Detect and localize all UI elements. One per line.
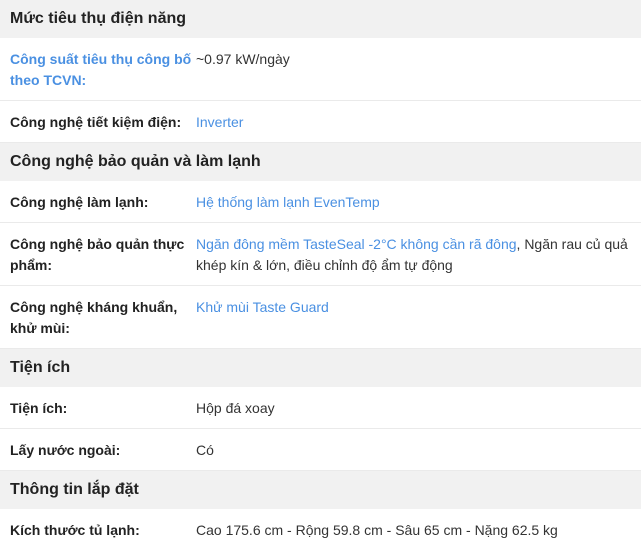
spec-row-food-preservation: Công nghệ bảo quản thực phẩm: Ngăn đông … [0,223,641,286]
spec-label: Công nghệ làm lạnh: [10,194,149,210]
spec-value: Hộp đá xoay [196,400,275,416]
section-header-installation: Thông tin lắp đặt [0,471,641,509]
spec-value-link[interactable]: Inverter [196,114,243,130]
spec-value-link[interactable]: Hệ thống làm lạnh EvenTemp [196,194,380,210]
spec-value: Ngăn đông mềm TasteSeal -2°C không cần r… [196,234,641,285]
spec-row-declared-power[interactable]: Công suất tiêu thụ công bố theo TCVN: ~0… [0,38,641,101]
spec-row-energy-saving: Công nghệ tiết kiệm điện: Inverter [0,101,641,143]
spec-label: Tiện ích: [10,400,68,416]
section-header-preservation-cooling: Công nghệ bảo quản và làm lạnh [0,143,641,181]
spec-row-antibacterial: Công nghệ kháng khuẩn, khử mùi: Khử mùi … [0,286,641,349]
section-title: Thông tin lắp đặt [10,481,139,498]
spec-value: Khử mùi Taste Guard [196,297,641,348]
section-title: Mức tiêu thụ điện năng [10,10,187,27]
spec-row-external-water: Lấy nước ngoài: Có [0,429,641,471]
spec-value: Có [196,442,214,458]
spec-label: Công nghệ bảo quản thực phẩm: [10,236,185,273]
spec-row-utility: Tiện ích: Hộp đá xoay [0,387,641,429]
spec-label: Công nghệ kháng khuẩn, khử mùi: [10,299,178,336]
spec-row-dimensions: Kích thước tủ lạnh: Cao 175.6 cm - Rộng … [0,509,641,542]
spec-value-link[interactable]: Khử mùi Taste Guard [196,299,329,315]
spec-row-cooling-tech: Công nghệ làm lạnh: Hệ thống làm lạnh Ev… [0,181,641,223]
spec-value: Inverter [196,112,641,142]
section-title: Công nghệ bảo quản và làm lạnh [10,153,261,170]
spec-value-link[interactable]: Ngăn đông mềm TasteSeal -2°C không cần r… [196,236,517,252]
section-header-power-consumption: Mức tiêu thụ điện năng [0,0,641,38]
spec-label-link[interactable]: Công suất tiêu thụ công bố theo TCVN: [0,49,196,100]
spec-value: ~0.97 kW/ngày [196,51,290,67]
section-header-utilities: Tiện ích [0,349,641,387]
specifications-table: Mức tiêu thụ điện năng Công suất tiêu th… [0,0,641,542]
spec-label: Công nghệ tiết kiệm điện: [10,114,182,130]
section-title: Tiện ích [10,359,71,376]
spec-value: Hệ thống làm lạnh EvenTemp [196,192,641,222]
spec-label: Kích thước tủ lạnh: [10,522,140,538]
spec-value: Cao 175.6 cm - Rộng 59.8 cm - Sâu 65 cm … [196,522,558,538]
spec-label: Lấy nước ngoài: [10,442,121,458]
